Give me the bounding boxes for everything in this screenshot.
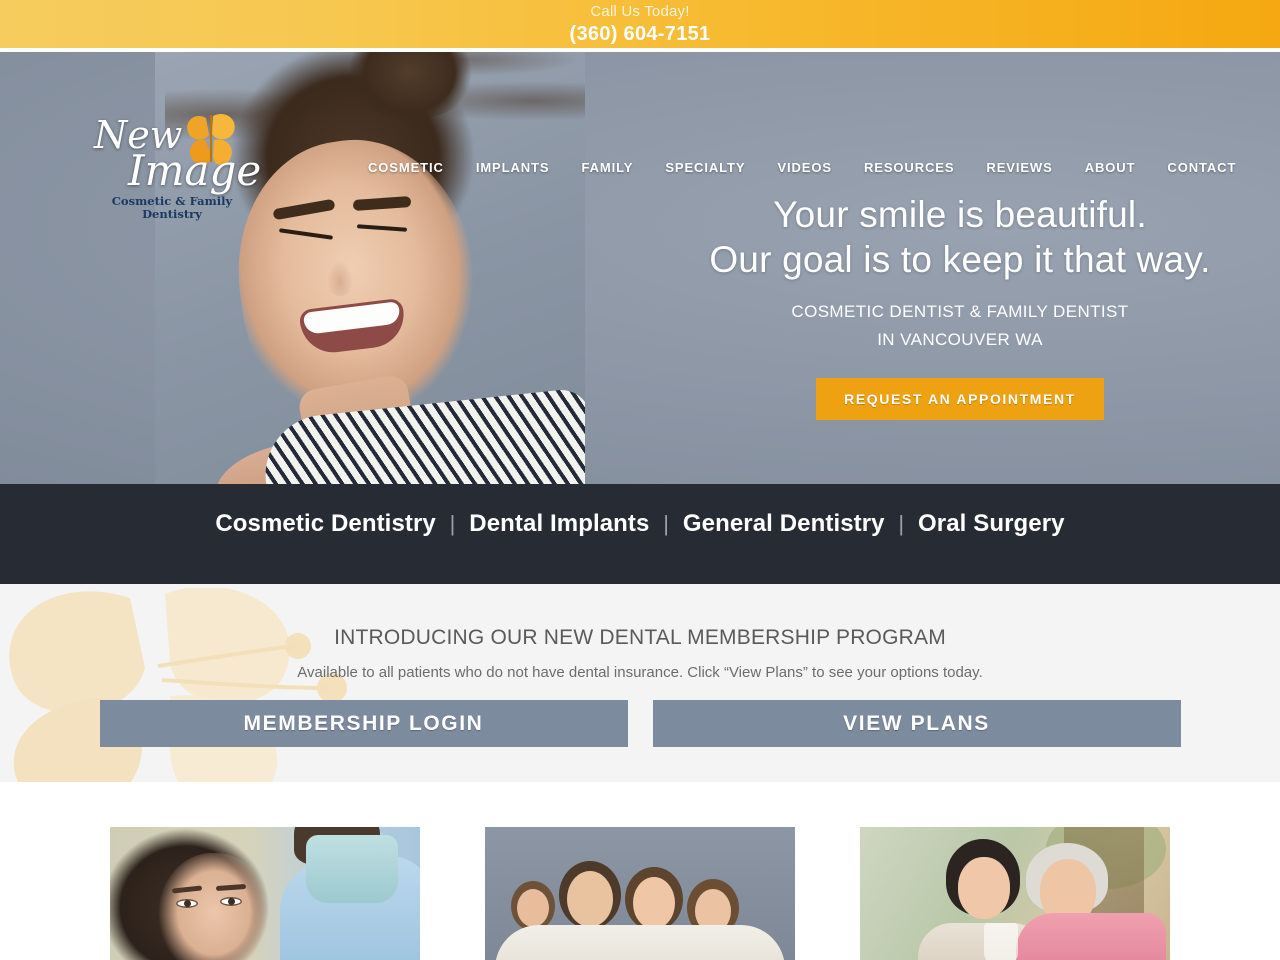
service-cards-row <box>0 827 1280 960</box>
call-us-label: Call Us Today! <box>590 3 690 20</box>
services-bar: Cosmetic Dentistry | Dental Implants | G… <box>0 484 1280 584</box>
hero-headline-line2: Our goal is to keep it that way. <box>709 239 1211 280</box>
hero-subheadline-line1: COSMETIC DENTIST & FAMILY DENTIST <box>791 302 1129 321</box>
membership-subtitle: Available to all patients who do not hav… <box>297 664 983 681</box>
hero-headline-line1: Your smile is beautiful. <box>773 194 1147 235</box>
service-separator-2: | <box>663 511 670 536</box>
hero-copy: Your smile is beautiful. Our goal is to … <box>640 192 1280 420</box>
service-separator-1: | <box>449 511 456 536</box>
nav-item-family[interactable]: FAMILY <box>581 160 633 175</box>
nav-item-implants[interactable]: IMPLANTS <box>476 160 550 175</box>
request-appointment-button[interactable]: REQUEST AN APPOINTMENT <box>816 378 1104 420</box>
hero-subheadline-line2: IN VANCOUVER WA <box>877 330 1043 349</box>
nav-item-about[interactable]: ABOUT <box>1085 160 1136 175</box>
logo-tagline-line2: Dentistry <box>142 207 202 221</box>
cosmetic-dentistry-card[interactable] <box>110 827 420 960</box>
services-list: Cosmetic Dentistry | Dental Implants | G… <box>215 510 1064 538</box>
membership-button-group: MEMBERSHIP LOGIN VIEW PLANS <box>0 700 1280 747</box>
view-plans-button[interactable]: VIEW PLANS <box>652 700 1181 747</box>
nav-item-specialty[interactable]: SPECIALTY <box>665 160 745 175</box>
senior-dentistry-card[interactable] <box>860 827 1170 960</box>
top-call-bar: Call Us Today! (360) 604-7151 <box>0 0 1280 48</box>
nav-item-resources[interactable]: RESOURCES <box>864 160 954 175</box>
nav-item-reviews[interactable]: REVIEWS <box>986 160 1052 175</box>
hero-subheadline: COSMETIC DENTIST & FAMILY DENTIST IN VAN… <box>640 298 1280 354</box>
family-dentistry-card[interactable] <box>485 827 795 960</box>
service-separator-3: | <box>898 511 905 536</box>
service-link-oral-surgery[interactable]: Oral Surgery <box>918 510 1065 537</box>
hero-banner: New Image Cosmetic & Family Dentistry CO… <box>0 52 1280 484</box>
service-link-general-dentistry[interactable]: General Dentistry <box>683 510 885 537</box>
membership-program-section: INTRODUCING OUR NEW DENTAL MEMBERSHIP PR… <box>0 584 1280 782</box>
membership-login-button[interactable]: MEMBERSHIP LOGIN <box>99 700 628 747</box>
nav-item-cosmetic[interactable]: COSMETIC <box>368 160 444 175</box>
nav-item-videos[interactable]: VIDEOS <box>777 160 832 175</box>
membership-title: INTRODUCING OUR NEW DENTAL MEMBERSHIP PR… <box>334 626 946 649</box>
service-link-cosmetic-dentistry[interactable]: Cosmetic Dentistry <box>215 510 436 537</box>
main-navigation: COSMETIC IMPLANTS FAMILY SPECIALTY VIDEO… <box>0 156 1280 178</box>
service-cards-section <box>0 782 1280 960</box>
nav-item-contact[interactable]: CONTACT <box>1167 160 1236 175</box>
phone-number-link[interactable]: (360) 604-7151 <box>0 22 1280 46</box>
service-link-dental-implants[interactable]: Dental Implants <box>469 510 649 537</box>
logo-tagline: Cosmetic & Family Dentistry <box>90 195 254 221</box>
